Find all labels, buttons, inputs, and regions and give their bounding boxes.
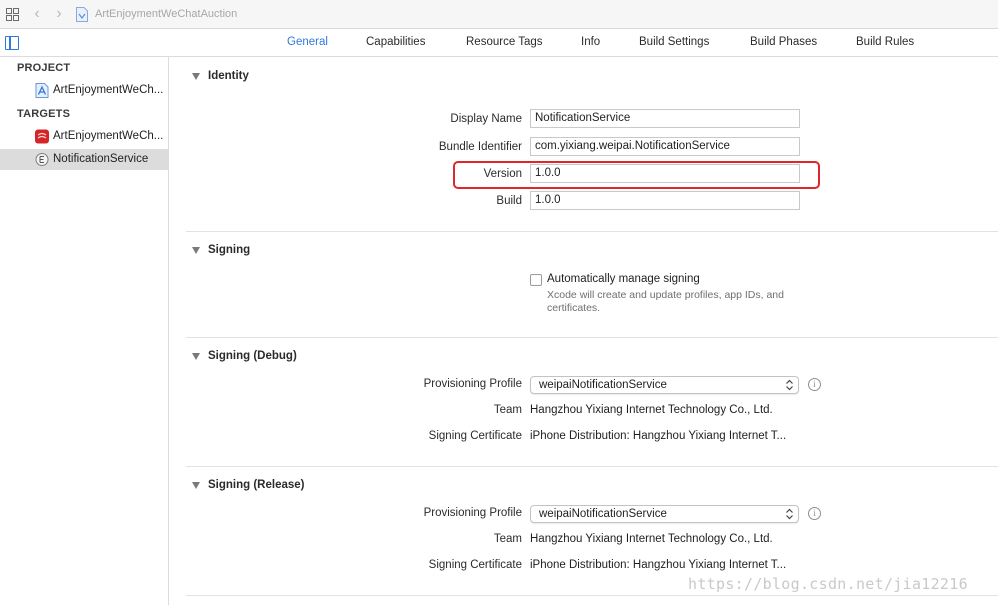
project-section-header: PROJECT: [17, 62, 71, 74]
chevron-right-icon[interactable]: ›: [52, 5, 66, 23]
select-value: weipaiNotificationService: [539, 508, 667, 520]
xcode-project-icon: [35, 83, 49, 98]
sidebar-item-app-target[interactable]: ArtEnjoymentWeCh...: [0, 126, 168, 147]
disclosure-triangle-icon[interactable]: [192, 353, 200, 360]
project-target-sidebar: PROJECT ArtEnjoymentWeCh... TARGETS ArtE…: [0, 57, 169, 605]
project-file-icon: [76, 7, 88, 22]
select-value: weipaiNotificationService: [539, 379, 667, 391]
disclosure-triangle-icon[interactable]: [192, 247, 200, 254]
signing-release-section-title: Signing (Release): [208, 479, 305, 491]
section-divider: [186, 231, 998, 232]
disclosure-triangle-icon[interactable]: [192, 482, 200, 489]
sidebar-item-label: NotificationService: [53, 153, 149, 165]
build-field[interactable]: 1.0.0: [530, 191, 800, 210]
tab-general[interactable]: General: [287, 36, 328, 48]
identity-section-title: Identity: [208, 70, 249, 82]
team-label: Team: [493, 404, 522, 416]
tab-build-rules[interactable]: Build Rules: [856, 36, 914, 48]
blog-watermark: https://blog.csdn.net/jia12216: [688, 575, 968, 593]
chevron-up-down-icon: [786, 379, 793, 391]
signing-section-title: Signing: [208, 244, 251, 256]
debug-team-value: Hangzhou Yixiang Internet Technology Co.…: [530, 404, 773, 416]
app-target-icon: [35, 129, 49, 144]
auto-manage-signing-label[interactable]: Automatically manage signing: [547, 273, 700, 285]
tab-resource-tags[interactable]: Resource Tags: [466, 36, 543, 48]
general-settings-pane: Identity Display Name NotificationServic…: [169, 57, 998, 605]
debug-signing-certificate-value: iPhone Distribution: Hangzhou Yixiang In…: [530, 430, 787, 442]
tab-info[interactable]: Info: [581, 36, 600, 48]
extension-target-icon: [35, 153, 49, 166]
tab-build-phases[interactable]: Build Phases: [750, 36, 817, 48]
auto-manage-signing-checkbox[interactable]: [530, 274, 542, 286]
sidebar-toggle-icon[interactable]: [5, 36, 19, 50]
tab-build-settings[interactable]: Build Settings: [639, 36, 709, 48]
sidebar-item-label: ArtEnjoymentWeCh...: [53, 130, 164, 142]
display-name-field[interactable]: NotificationService: [530, 109, 800, 128]
bundle-identifier-label: Bundle Identifier: [438, 141, 522, 153]
provisioning-profile-label: Provisioning Profile: [423, 507, 522, 519]
chevron-up-down-icon: [786, 508, 793, 520]
disclosure-triangle-icon[interactable]: [192, 73, 200, 80]
display-name-label: Display Name: [450, 113, 522, 125]
signing-certificate-label: Signing Certificate: [428, 559, 522, 571]
related-items-grid-icon[interactable]: [6, 8, 19, 21]
targets-section-header: TARGETS: [17, 108, 71, 120]
section-divider: [186, 595, 998, 596]
signing-debug-section-title: Signing (Debug): [208, 350, 297, 362]
info-icon[interactable]: i: [808, 507, 821, 520]
sidebar-item-project[interactable]: ArtEnjoymentWeCh...: [0, 80, 168, 101]
sidebar-item-label: ArtEnjoymentWeCh...: [53, 84, 164, 96]
info-icon[interactable]: i: [808, 378, 821, 391]
section-divider: [186, 466, 998, 467]
debug-provisioning-profile-select[interactable]: weipaiNotificationService: [530, 376, 799, 394]
editor-tab-bar: General Capabilities Resource Tags Info …: [0, 29, 998, 57]
provisioning-profile-label: Provisioning Profile: [423, 378, 522, 390]
navigation-bar: ‹ › ArtEnjoymentWeChatAuction: [0, 0, 998, 29]
bundle-identifier-field[interactable]: com.yixiang.weipai.NotificationService: [530, 137, 800, 156]
breadcrumb[interactable]: ArtEnjoymentWeChatAuction: [95, 8, 237, 20]
release-provisioning-profile-select[interactable]: weipaiNotificationService: [530, 505, 799, 523]
section-divider: [186, 337, 998, 338]
build-label: Build: [496, 195, 522, 207]
version-highlight-annotation: [453, 161, 820, 189]
chevron-left-icon[interactable]: ‹: [30, 5, 44, 23]
release-team-value: Hangzhou Yixiang Internet Technology Co.…: [530, 533, 773, 545]
sidebar-item-notification-service[interactable]: NotificationService: [0, 149, 168, 170]
team-label: Team: [493, 533, 522, 545]
release-signing-certificate-value: iPhone Distribution: Hangzhou Yixiang In…: [530, 559, 787, 571]
auto-manage-signing-description: Xcode will create and update profiles, a…: [547, 289, 784, 314]
tab-capabilities[interactable]: Capabilities: [366, 36, 425, 48]
signing-certificate-label: Signing Certificate: [428, 430, 522, 442]
